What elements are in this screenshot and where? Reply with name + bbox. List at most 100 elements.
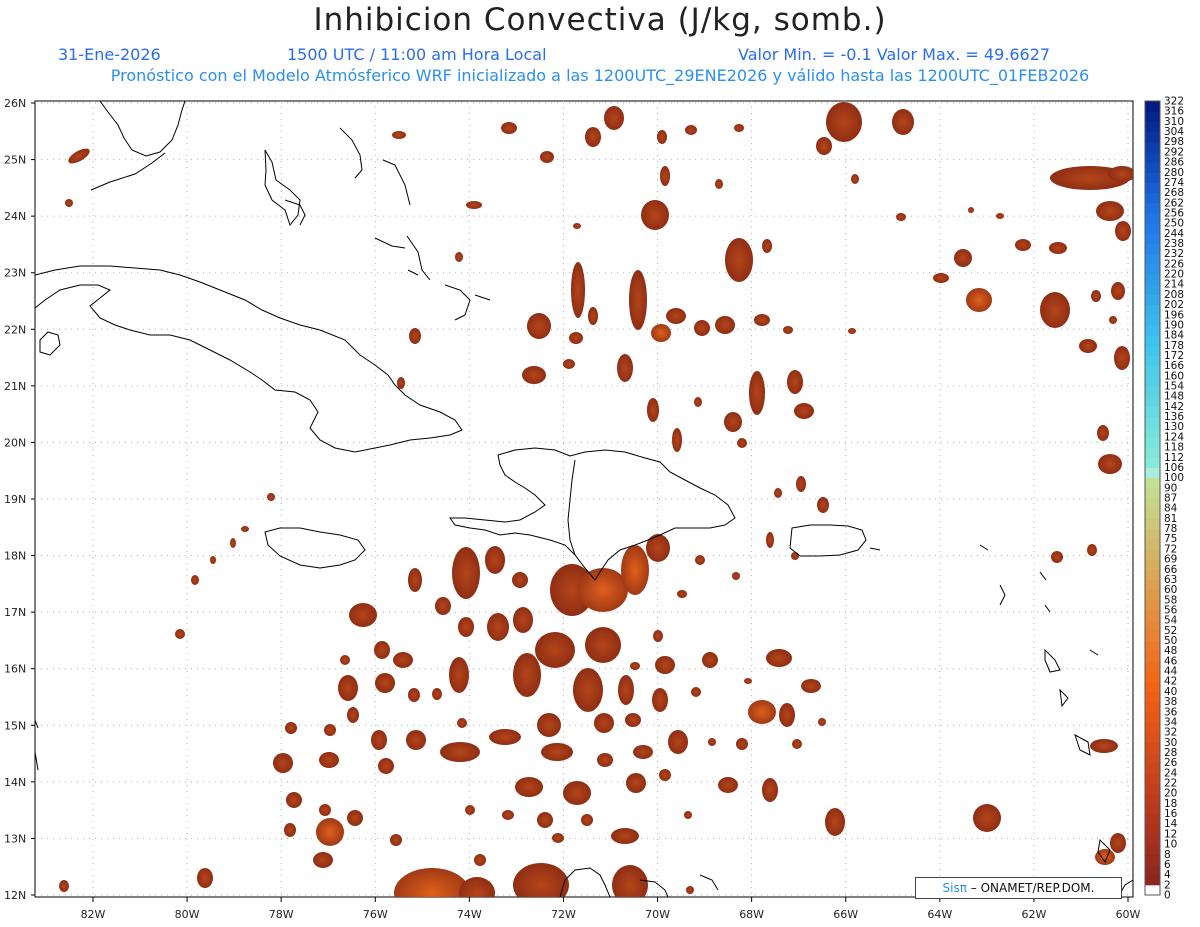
colorbar-swatch [1145,833,1160,845]
lon-label: 74W [457,908,482,921]
colorbar-swatch [1145,162,1160,173]
colorbar-swatch [1145,579,1160,591]
longitude-labels: 82W 80W 78W 76W 74W 72W 70W 68W 66W 64W 62W 60W [81,897,1141,921]
colorbar-swatch [1145,457,1160,468]
lon-label: 72W [551,908,576,921]
lat-label: 14N [4,776,26,789]
colorbar-swatch [1145,783,1160,794]
colorbar-swatch [1145,569,1160,580]
colorbar-swatch [1145,467,1160,479]
colorbar-swatch [1145,548,1160,560]
colorbar-swatch [1145,844,1160,855]
colorbar-swatch [1145,772,1160,784]
colorbar-swatch [1145,477,1160,489]
colorbar-swatch [1145,620,1160,631]
lon-label: 66W [833,908,858,921]
lat-label: 12N [4,889,26,902]
colorbar-swatch [1145,762,1160,774]
colorbar-swatch [1145,711,1160,723]
colorbar-swatch [1145,121,1160,133]
colorbar-swatch [1145,640,1160,652]
colorbar-swatch [1145,793,1160,804]
lat-label: 22N [4,323,26,336]
lat-label: 24N [4,210,26,223]
map-frame [34,100,1134,898]
colorbar-swatch [1145,487,1160,499]
colorbar-swatch [1145,111,1160,122]
colorbar-swatch [1145,660,1160,672]
colorbar-swatch [1145,101,1160,112]
colorbar-swatch [1145,742,1160,753]
colorbar-swatch [1145,202,1160,214]
colorbar-swatch [1145,701,1160,713]
colorbar-swatch [1145,294,1160,306]
colorbar-swatch [1145,650,1160,662]
credit-box: Sisπ – ONAMET/REP.DOM. [915,877,1122,899]
colorbar-swatch [1145,447,1160,458]
colorbar-swatch [1145,263,1160,275]
colorbar-swatch [1145,589,1160,601]
colorbar-swatch [1145,538,1160,550]
lat-label: 17N [4,606,26,619]
colorbar-swatch [1145,396,1160,407]
colorbar-swatch [1145,233,1160,245]
colorbar-swatch [1145,874,1160,886]
colorbar-swatch [1145,141,1160,153]
lat-label: 16N [4,663,26,676]
colorbar-swatch [1145,630,1160,642]
colorbar-swatch [1145,131,1160,143]
colorbar-swatch [1145,314,1160,326]
colorbar-swatch [1145,721,1160,733]
colorbar-swatch [1145,345,1160,356]
weather-map: 26N 25N 24N 23N 22N 21N 20N 19N 18N 17N 16N 15N 14N 1… [4,96,1184,922]
colorbar-swatch [1145,223,1160,234]
colorbar-swatch [1145,498,1160,509]
colorbar-swatch [1145,681,1160,692]
colorbar-swatch [1145,151,1160,163]
lon-label: 82W [81,908,106,921]
colorbar-swatch [1145,823,1160,835]
colorbar-swatch [1145,253,1160,265]
colorbar-swatch [1145,813,1160,825]
lon-label: 60W [1116,908,1141,921]
lon-label: 76W [363,908,388,921]
colorbar-swatch [1145,609,1160,621]
colorbar-swatch [1145,671,1160,682]
colorbar-swatch [1145,192,1160,204]
lat-label: 13N [4,832,26,845]
lat-label: 23N [4,267,26,280]
colorbar-swatch [1145,386,1160,397]
lat-label: 21N [4,380,26,393]
colorbar-swatch [1145,375,1160,387]
colorbar-swatch [1145,436,1160,448]
colorbar-swatch [1145,528,1160,540]
colorbar-swatch [1145,284,1160,295]
colorbar-swatch [1145,426,1160,438]
lon-label: 62W [1021,908,1046,921]
colorbar-swatch [1145,212,1160,224]
colorbar-swatch [1145,406,1160,418]
colorbar-swatch [1145,304,1160,316]
colorbar-swatch [1145,884,1160,896]
lat-label: 19N [4,493,26,506]
colorbar-swatch [1145,559,1160,570]
colorbar-swatch [1145,518,1160,530]
lon-label: 68W [739,908,764,921]
lon-label: 78W [269,908,294,921]
lat-label: 20N [4,436,26,449]
colorbar-swatch [1145,416,1160,428]
lat-label: 25N [4,154,26,167]
lat-label: 26N [4,97,26,110]
colorbar-swatch [1145,182,1160,194]
colorbar-swatch [1145,243,1160,255]
colorbar-label: 322 [1164,96,1184,108]
colorbar-swatch [1145,508,1160,519]
colorbar-swatch [1145,691,1160,703]
colorbar-swatch [1145,854,1160,865]
colorbar-swatch [1145,324,1160,336]
colorbar-swatch [1145,355,1160,367]
latitude-labels: 26N 25N 24N 23N 22N 21N 20N 19N 18N 17N 16N 15N 14N 1… [4,97,35,902]
colorbar-swatch [1145,599,1160,611]
lat-label: 18N [4,550,26,563]
credit-text: – ONAMET/REP.DOM. [966,881,1095,895]
